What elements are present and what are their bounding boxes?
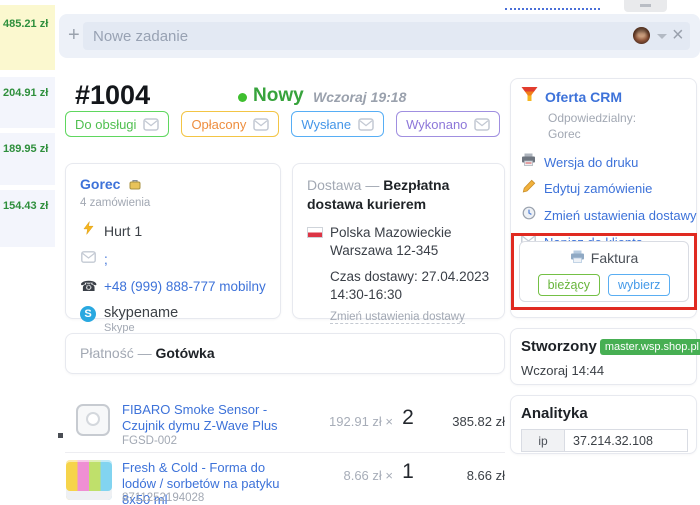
chevron-down-icon[interactable]	[657, 34, 667, 39]
new-task-input[interactable]	[83, 22, 690, 50]
ip-label: ip	[521, 429, 565, 452]
delivery-address: Polska Mazowieckie Warszawa 12-345	[330, 224, 490, 260]
print-version-link[interactable]: Wersja do druku	[544, 155, 638, 170]
briefcase-icon	[129, 179, 141, 190]
order-list-row[interactable]: 154.43 zł	[0, 190, 55, 247]
status-button-label: Do obsługi	[75, 117, 136, 132]
lightning-icon	[80, 221, 96, 240]
status-button-label: Wykonano	[406, 117, 467, 132]
clock-icon	[521, 206, 536, 225]
created-source-badge: master.wsp.shop.pl	[600, 339, 700, 355]
mail-icon	[474, 118, 490, 131]
order-number: #1004	[75, 80, 150, 111]
analytics-title: Analityka	[521, 405, 686, 422]
close-icon[interactable]: ×	[672, 22, 684, 48]
responsible-label: Odpowiedzialny:	[548, 111, 686, 126]
delivery-title: Dostawa — Bezpłatna dostawa kurierem	[307, 176, 490, 214]
product-unit-price: 192.91 zł ×	[303, 414, 393, 429]
ip-table: ip 37.214.32.108	[521, 429, 688, 452]
status-button-label: Wysłane	[301, 117, 351, 132]
plus-icon: +	[68, 23, 80, 47]
customer-skype: skypename	[104, 305, 178, 321]
product-sku: FGSD-002	[122, 435, 177, 447]
created-title: Stworzony	[521, 338, 597, 355]
poland-flag-icon	[307, 227, 323, 238]
customer-orders-count: 4 zamówienia	[80, 197, 266, 209]
responsible-name: Gorec	[548, 127, 686, 142]
product-unit-price: 8.66 zł ×	[303, 468, 393, 483]
order-created-time: Wczoraj 19:18	[313, 89, 406, 105]
delivery-card: Dostawa — Bezpłatna dostawa kurierem Pol…	[292, 163, 505, 319]
order-total: 189.95 zł	[0, 133, 55, 155]
product-sku: 8711252194028	[122, 492, 204, 504]
pencil-icon	[521, 179, 536, 198]
new-task-bar: + ×	[59, 14, 700, 58]
cropped-dotted-link[interactable]	[505, 8, 600, 10]
order-list-row[interactable]: 204.91 zł	[0, 77, 55, 128]
customer-card: Gorec 4 zamówienia Hurt 1 ; ☎ +48 (999) …	[65, 163, 281, 319]
change-delivery-settings-link[interactable]: Zmień ustawienia dostawy	[544, 208, 696, 223]
created-card: Stworzony master.wsp.shop.pl Wczoraj 14:…	[510, 328, 697, 385]
mail-icon	[358, 118, 374, 131]
status-dot-icon	[238, 93, 247, 102]
ip-value: 37.214.32.108	[565, 429, 688, 452]
printer-icon	[521, 153, 536, 171]
customer-name-link[interactable]: Gorec	[80, 176, 120, 192]
order-list-row-active[interactable]: 485.21 zł	[0, 5, 55, 70]
printer-icon	[570, 250, 585, 266]
product-quantity: 1	[397, 460, 419, 484]
order-list-row[interactable]: 189.95 zł	[0, 133, 55, 185]
phone-icon: ☎	[80, 278, 96, 295]
delivery-time: Czas dostawy: 27.04.2023 14:30-16:30	[330, 268, 490, 304]
product-total: 385.82 zł	[427, 414, 505, 429]
mail-icon	[80, 250, 96, 268]
delivery-label: Dostawa	[307, 177, 361, 193]
payment-label: Płatność	[80, 345, 134, 361]
cropped-toolbar-button[interactable]	[624, 0, 667, 12]
order-total: 485.21 zł	[0, 5, 55, 30]
invoice-box: Faktura bieżący wybierz	[519, 241, 689, 302]
user-avatar[interactable]	[633, 27, 650, 44]
product-thumbnail[interactable]	[72, 402, 114, 444]
status-button-do-obslugi[interactable]: Do obsługi	[65, 111, 169, 137]
mail-icon	[143, 118, 159, 131]
customer-phone-link[interactable]: +48 (999) 888-777 mobilny	[104, 279, 266, 294]
product-quantity: 2	[397, 406, 419, 430]
customer-email[interactable]: ;	[104, 252, 108, 267]
product-total: 8.66 zł	[427, 468, 505, 483]
invoice-current-button[interactable]: bieżący	[538, 274, 600, 296]
payment-method: Gotówka	[155, 345, 214, 361]
analytics-card: Analityka ip 37.214.32.108	[510, 395, 697, 454]
change-delivery-settings-link[interactable]: Zmień ustawienia dostawy	[330, 311, 465, 324]
product-row-divider	[65, 452, 505, 453]
funnel-icon	[521, 87, 538, 107]
created-time: Wczoraj 14:44	[521, 363, 686, 378]
invoice-title: Faktura	[591, 250, 638, 266]
status-buttons-row: Do obsługi Opłacony Wysłane Wykonano Usu…	[65, 111, 586, 137]
mail-icon	[253, 118, 269, 131]
payment-card: Płatność — Gotówka	[65, 333, 505, 374]
order-total: 204.91 zł	[0, 77, 55, 99]
edit-order-link[interactable]: Edytuj zamówienie	[544, 181, 652, 196]
status-button-wykonano[interactable]: Wykonano	[396, 111, 500, 137]
status-button-label: Opłacony	[191, 117, 246, 132]
order-detail-screen: 485.21 zł 204.91 zł 189.95 zł 154.43 zł …	[0, 0, 700, 505]
status-button-wyslane[interactable]: Wysłane	[291, 111, 384, 137]
product-name-link[interactable]: FIBARO Smoke Sensor - Czujnik dymu Z-Wav…	[122, 402, 302, 434]
invoice-choose-button[interactable]: wybierz	[608, 274, 670, 296]
customer-group: Hurt 1	[104, 223, 142, 239]
skype-icon: S	[80, 304, 96, 322]
order-status: Nowy	[253, 85, 304, 107]
status-button-oplacony[interactable]: Opłacony	[181, 111, 279, 137]
crm-offer-link[interactable]: Oferta CRM	[545, 89, 622, 105]
product-thumbnail[interactable]	[66, 460, 112, 500]
order-total: 154.43 zł	[0, 190, 55, 212]
